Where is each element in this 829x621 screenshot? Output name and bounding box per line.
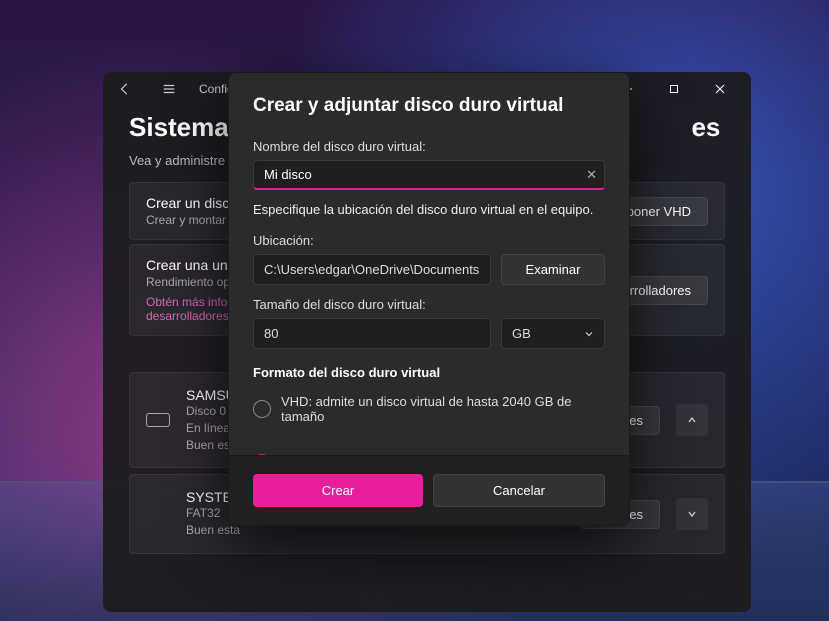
browse-button[interactable]: Examinar [501,254,605,285]
close-button[interactable] [697,73,743,105]
size-unit-select[interactable]: GB [501,318,605,349]
radio-icon [253,454,271,455]
vhd-name-label: Nombre del disco duro virtual: [253,139,605,154]
dialog-title: Crear y adjuntar disco duro virtual [253,95,605,117]
expand-button[interactable] [676,498,708,530]
radio-vhd-label: VHD: admite un disco virtual de hasta 20… [281,394,605,424]
radio-icon [253,400,271,418]
cancel-button[interactable]: Cancelar [433,474,605,507]
create-button[interactable]: Crear [253,474,423,507]
maximize-button[interactable] [651,73,697,105]
clear-input-icon[interactable]: ✕ [586,167,597,183]
vhd-name-input[interactable] [253,160,605,190]
expand-button[interactable] [676,404,708,436]
size-input[interactable]: 80 [253,318,491,349]
hamburger-button[interactable] [155,75,183,103]
location-label: Ubicación: [253,233,605,248]
create-vhd-dialog: Crear y adjuntar disco duro virtual Nomb… [228,72,630,526]
back-button[interactable] [111,75,139,103]
disk-icon [146,413,170,427]
radio-vhd-option[interactable]: VHD: admite un disco virtual de hasta 20… [253,394,605,424]
chevron-down-icon [584,329,594,339]
format-section-label: Formato del disco duro virtual [253,365,605,380]
location-info-text: Especifique la ubicación del disco duro … [253,202,605,217]
location-input[interactable]: C:\Users\edgar\OneDrive\Documents [253,254,491,285]
size-label: Tamaño del disco duro virtual: [253,297,605,312]
radio-vhdx-option[interactable] [253,454,605,455]
